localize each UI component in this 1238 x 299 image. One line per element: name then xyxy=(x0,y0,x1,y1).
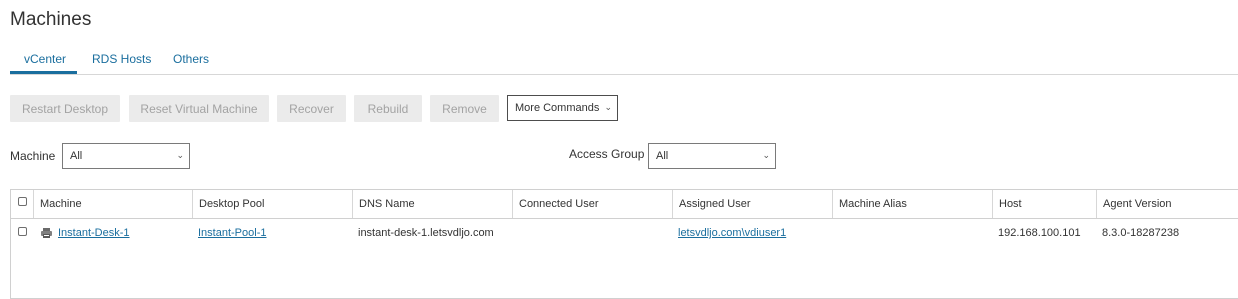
assigned-user-cell: letsvdljo.com\vdiuser1 xyxy=(678,219,786,247)
access-group-filter-value: All xyxy=(656,150,669,162)
machine-filter-select[interactable]: All ⌄ xyxy=(62,143,190,169)
remove-button[interactable]: Remove xyxy=(430,95,499,122)
tab-rds-hosts[interactable]: RDS Hosts xyxy=(92,52,151,66)
column-header-machine-alias[interactable]: Machine Alias xyxy=(832,190,992,218)
access-group-filter-label: Access Group xyxy=(569,147,645,161)
chevron-down-icon: ⌄ xyxy=(176,150,184,160)
restart-desktop-button[interactable]: Restart Desktop xyxy=(10,95,120,122)
table-row[interactable]: Instant-Desk-1 Instant-Pool-1 instant-de… xyxy=(11,219,1238,247)
access-group-filter-select[interactable]: All ⌄ xyxy=(648,143,776,169)
tab-bar: vCenter RDS Hosts Others xyxy=(10,50,1238,75)
dns-name-cell: instant-desk-1.letsvdljo.com xyxy=(358,227,494,239)
more-commands-label: More Commands xyxy=(515,102,600,114)
rebuild-button[interactable]: Rebuild xyxy=(354,95,422,122)
reset-virtual-machine-button[interactable]: Reset Virtual Machine xyxy=(129,95,269,122)
desktop-pool-link[interactable]: Instant-Pool-1 xyxy=(198,227,266,239)
row-select-checkbox[interactable] xyxy=(18,227,27,236)
column-header-desktop-pool[interactable]: Desktop Pool xyxy=(192,190,352,218)
page-title: Machines xyxy=(10,9,92,30)
machine-link[interactable]: Instant-Desk-1 xyxy=(58,227,130,239)
column-header-machine[interactable]: Machine xyxy=(33,190,192,218)
column-header-agent-version[interactable]: Agent Version xyxy=(1096,190,1238,218)
chevron-down-icon: ⌄ xyxy=(762,150,770,160)
machines-table: Machine Desktop Pool DNS Name Connected … xyxy=(10,189,1238,299)
vm-desktop-icon xyxy=(41,228,52,238)
select-all-checkbox[interactable] xyxy=(18,197,27,206)
assigned-user-link[interactable]: letsvdljo.com\vdiuser1 xyxy=(678,227,786,239)
recover-button[interactable]: Recover xyxy=(277,95,346,122)
machine-filter-label: Machine xyxy=(10,149,56,163)
tab-others[interactable]: Others xyxy=(173,52,209,66)
column-header-assigned-user[interactable]: Assigned User xyxy=(672,190,832,218)
more-commands-dropdown[interactable]: More Commands ⌄ xyxy=(507,95,618,121)
active-tab-indicator xyxy=(10,71,77,74)
agent-version-cell: 8.3.0-18287238 xyxy=(1102,227,1180,239)
tab-vcenter[interactable]: vCenter xyxy=(24,52,66,66)
machine-cell: Instant-Desk-1 xyxy=(41,219,130,247)
column-header-connected-user[interactable]: Connected User xyxy=(512,190,672,218)
column-header-host[interactable]: Host xyxy=(992,190,1096,218)
desktop-pool-cell: Instant-Pool-1 xyxy=(198,219,266,247)
host-cell: 192.168.100.101 xyxy=(998,227,1081,239)
machine-filter-value: All xyxy=(70,150,83,162)
column-header-dns-name[interactable]: DNS Name xyxy=(352,190,512,218)
chevron-down-icon: ⌄ xyxy=(604,102,612,112)
table-header: Machine Desktop Pool DNS Name Connected … xyxy=(11,190,1238,219)
